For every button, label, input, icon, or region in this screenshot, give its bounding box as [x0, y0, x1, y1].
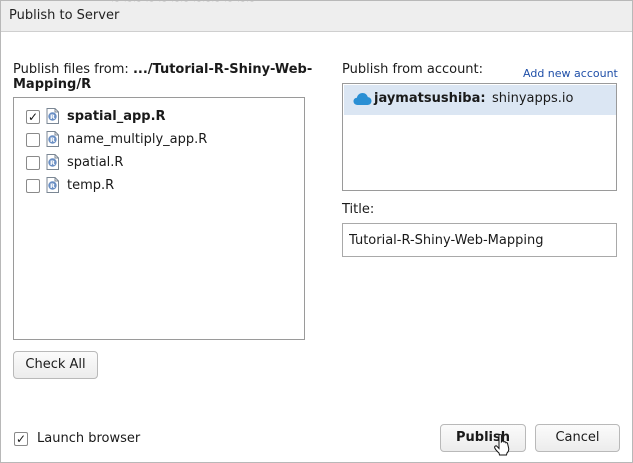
dialog-title: Publish to Server [9, 8, 120, 23]
file-row[interactable]: ✓ R spatial_app.R [14, 106, 304, 129]
title-input[interactable] [342, 223, 617, 257]
account-label: Publish from account: [342, 62, 484, 77]
publish-dialog: ~ ~~ ~ ~ ~~ ~~~ ~ ~~ Publish to Server P… [0, 0, 633, 463]
file-checkbox[interactable] [26, 179, 40, 193]
check-all-button[interactable]: Check All [13, 351, 98, 379]
title-label: Title: [342, 202, 375, 217]
file-row[interactable]: R temp.R [14, 175, 304, 198]
r-file-icon: R [46, 131, 59, 147]
file-row[interactable]: R spatial.R [14, 152, 304, 175]
publish-button[interactable]: Publish [440, 424, 526, 452]
account-name: jaymatsushiba: [374, 91, 486, 106]
file-name: temp.R [67, 178, 115, 193]
files-label: Publish files from: .../Tutorial-R-Shiny… [13, 62, 323, 92]
svg-text:R: R [50, 159, 55, 167]
cloud-icon [353, 93, 372, 105]
account-item[interactable]: jaymatsushiba: shinyapps.io [344, 85, 616, 115]
background-overlap-text: ~ ~~ ~ ~ ~~ ~~~ ~ ~~ [111, 1, 255, 7]
file-checkbox[interactable] [26, 133, 40, 147]
r-file-icon: R [46, 177, 59, 193]
file-checkbox[interactable]: ✓ [26, 110, 40, 124]
svg-text:R: R [50, 113, 55, 121]
file-name: name_multiply_app.R [67, 132, 208, 147]
r-file-icon: R [46, 154, 59, 170]
file-checkbox[interactable] [26, 156, 40, 170]
dialog-titlebar: ~ ~~ ~ ~ ~~ ~~~ ~ ~~ Publish to Server [1, 1, 632, 32]
file-row[interactable]: R name_multiply_app.R [14, 129, 304, 152]
file-name: spatial_app.R [67, 109, 166, 124]
file-name: spatial.R [67, 155, 124, 170]
account-server: shinyapps.io [492, 91, 574, 106]
svg-text:R: R [50, 136, 55, 144]
r-file-icon: R [46, 108, 59, 124]
hand-cursor-icon [494, 434, 510, 456]
add-new-account-link[interactable]: Add new account [523, 67, 618, 80]
files-label-prefix: Publish files from: [13, 62, 133, 77]
file-list[interactable]: ✓ R spatial_app.R R name_multiply_app.R [13, 97, 305, 340]
cancel-button[interactable]: Cancel [535, 424, 620, 452]
svg-text:R: R [50, 182, 55, 190]
account-list[interactable]: jaymatsushiba: shinyapps.io [342, 83, 617, 191]
launch-browser-checkbox[interactable]: ✓ [14, 432, 28, 446]
launch-browser-label[interactable]: Launch browser [37, 431, 140, 446]
